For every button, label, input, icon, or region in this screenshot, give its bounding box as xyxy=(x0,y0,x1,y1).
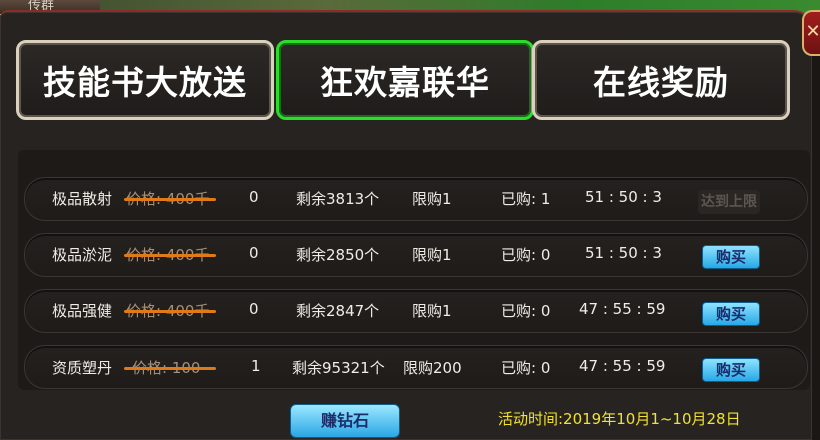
item-remaining: 剩余2850个 xyxy=(296,246,380,264)
item-name: 资质塑丹 xyxy=(52,359,113,377)
tab-carnival-label: 狂欢嘉联华 xyxy=(320,63,490,102)
close-icon[interactable]: ✕ xyxy=(802,10,820,56)
tab-skill-books[interactable]: 技能书大放送 xyxy=(16,40,274,120)
limit-reached-label: 达到上限 xyxy=(701,194,757,210)
limit-reached-button: 达到上限 xyxy=(698,190,760,214)
item-now-price: 0 xyxy=(249,188,259,206)
buy-button-label: 购买 xyxy=(715,248,746,266)
item-bought: 已购: 1 xyxy=(501,190,551,208)
buy-button[interactable]: 购买 xyxy=(702,358,760,382)
item-name: 极品散射 xyxy=(52,190,113,208)
tab-online-rewards-label: 在线奖励 xyxy=(593,63,729,102)
item-bought: 已购: 0 xyxy=(501,359,551,377)
price-strikethrough xyxy=(124,198,216,201)
item-now-price: 0 xyxy=(249,300,259,318)
activity-time: 活动时间:2019年10月1~10月28日 xyxy=(498,410,741,428)
tab-carnival[interactable]: 狂欢嘉联华 xyxy=(276,40,534,120)
earn-diamonds-label: 赚钻石 xyxy=(320,411,369,430)
item-timer: 47 : 55 : 59 xyxy=(579,300,666,318)
buy-button-label: 购买 xyxy=(715,305,746,323)
price-strikethrough xyxy=(124,310,216,313)
item-limit: 限购200 xyxy=(403,359,462,377)
earn-diamonds-button[interactable]: 赚钻石 xyxy=(290,404,400,438)
item-now-price: 1 xyxy=(251,357,261,375)
tab-online-rewards[interactable]: 在线奖励 xyxy=(532,40,790,120)
item-timer: 51 : 50 : 3 xyxy=(585,244,662,262)
item-name: 极品淤泥 xyxy=(52,246,113,264)
item-remaining: 剩余2847个 xyxy=(296,302,380,320)
item-bought: 已购: 0 xyxy=(501,246,551,264)
item-limit: 限购1 xyxy=(412,302,452,320)
item-bought: 已购: 0 xyxy=(501,302,551,320)
tab-skill-books-label: 技能书大放送 xyxy=(43,63,247,102)
buy-button[interactable]: 购买 xyxy=(702,245,760,269)
item-limit: 限购1 xyxy=(412,190,452,208)
item-timer: 47 : 55 : 59 xyxy=(579,357,666,375)
item-name: 极品强健 xyxy=(52,302,113,320)
item-timer: 51 : 50 : 3 xyxy=(585,188,662,206)
buy-button-label: 购买 xyxy=(715,361,746,379)
buy-button[interactable]: 购买 xyxy=(702,302,760,326)
item-remaining: 剩余95321个 xyxy=(292,359,385,377)
item-remaining: 剩余3813个 xyxy=(296,190,380,208)
item-now-price: 0 xyxy=(249,244,259,262)
item-limit: 限购1 xyxy=(412,246,452,264)
price-strikethrough xyxy=(124,254,216,257)
price-strikethrough xyxy=(124,367,216,370)
